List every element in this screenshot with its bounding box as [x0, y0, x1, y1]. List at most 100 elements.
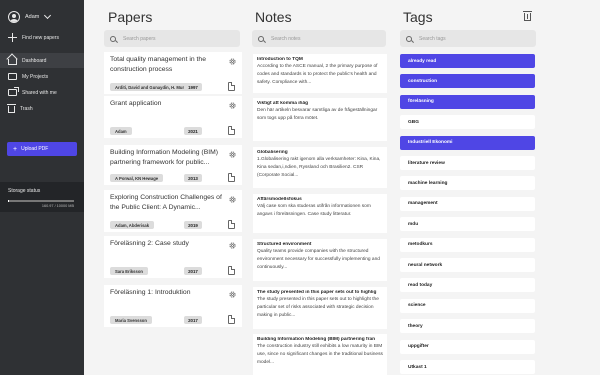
- user-name: Adam: [25, 14, 40, 20]
- gear-icon[interactable]: [228, 101, 237, 110]
- papers-search-input[interactable]: Search papers: [104, 30, 240, 47]
- note-title: Affärsmodellsfokus: [257, 197, 302, 202]
- note-title: Introduction to TQM: [257, 57, 303, 62]
- pdf-file-icon[interactable]: [228, 266, 235, 275]
- paper-card[interactable]: Föreläsning 1: Introduktion Maria Svensso…: [104, 285, 242, 327]
- tag-item[interactable]: mdu: [400, 217, 535, 232]
- plus-icon: +: [13, 145, 18, 153]
- paper-year: 2017: [184, 267, 202, 275]
- home-icon: [8, 59, 17, 65]
- sidebar-item-shared-with-me[interactable]: Shared with me: [0, 85, 84, 100]
- tag-item[interactable]: metodkurs: [400, 237, 535, 252]
- upload-pdf-label: Upload PDF: [21, 146, 49, 152]
- tag-item[interactable]: Utkast 1: [400, 360, 535, 374]
- notes-search-input[interactable]: Search notes: [252, 30, 386, 47]
- note-card[interactable]: Building Information Modeling (BIM) part…: [253, 334, 387, 375]
- paper-authors: Sara Eriksson: [110, 267, 148, 275]
- note-body: Quality teams provide companies with the…: [257, 249, 380, 270]
- tag-item[interactable]: literature review: [400, 156, 535, 170]
- tag-item[interactable]: GBG: [400, 115, 535, 130]
- note-card[interactable]: Viktigt att komma ihåg Den här artikeln b…: [253, 98, 387, 141]
- paper-title: Total quality management in the construc…: [110, 56, 206, 73]
- tags-search-input[interactable]: Search tags: [400, 30, 536, 47]
- tag-item[interactable]: uppgifter: [400, 339, 535, 354]
- tag-item[interactable]: Industriell Ekonomi: [400, 135, 535, 150]
- note-title: Building Information Modeling (BIM) part…: [257, 337, 376, 342]
- tag-item[interactable]: read today: [400, 278, 535, 293]
- user-avatar-icon: [8, 11, 20, 23]
- storage-progress-bar: [8, 200, 74, 202]
- pdf-file-icon[interactable]: [228, 126, 235, 135]
- paper-title: Föreläsning 2: Case study: [110, 240, 189, 247]
- note-body: Den här artikeln besvarar samtliga av de…: [257, 108, 378, 121]
- tag-item[interactable]: construction: [400, 74, 535, 89]
- pdf-file-icon[interactable]: [228, 315, 235, 324]
- gear-icon[interactable]: [228, 290, 237, 299]
- note-body: The study presented in this paper sets o…: [257, 297, 379, 318]
- delete-trash-icon[interactable]: [523, 11, 532, 21]
- papers-search-placeholder: Search papers: [123, 35, 156, 42]
- sidebar-item-label: Trash: [20, 105, 33, 112]
- tag-item[interactable]: machine learning: [400, 176, 535, 191]
- note-card[interactable]: Globalisering 1.Globalisering rakt igenom…: [253, 147, 387, 188]
- paper-title: Exploring Construction Challenges of the…: [110, 194, 222, 211]
- paper-authors: A Porwal, KN Hewage: [110, 174, 164, 182]
- tag-item[interactable]: föreläsning: [400, 94, 535, 109]
- gear-icon[interactable]: [228, 150, 237, 159]
- tag-item[interactable]: science: [400, 298, 535, 313]
- user-menu[interactable]: Adam: [8, 10, 52, 24]
- upload-pdf-button[interactable]: + Upload PDF: [7, 142, 77, 156]
- gear-icon[interactable]: [228, 57, 237, 66]
- sidebar-item-trash[interactable]: Trash: [0, 101, 84, 116]
- paper-title: Building Information Modeling (BIM) part…: [110, 149, 219, 166]
- note-card[interactable]: The study presented in this paper sets o…: [253, 287, 387, 329]
- note-title: Structured environment: [257, 242, 312, 247]
- paper-authors: Adam: [110, 127, 132, 135]
- tag-item[interactable]: already read: [400, 54, 535, 68]
- note-card[interactable]: Introduction to TQM According to the ASCE…: [253, 54, 387, 93]
- paper-authors: Adam, Abderisak: [110, 221, 155, 229]
- sidebar-item-my-projects[interactable]: My Projects: [0, 69, 84, 84]
- tag-item[interactable]: neural network: [400, 258, 535, 272]
- paper-authors: Maria Svensson: [110, 316, 152, 324]
- paper-year: 1997: [184, 83, 202, 91]
- pdf-file-icon[interactable]: [228, 82, 235, 91]
- note-card[interactable]: Structured environment Quality teams prov…: [253, 239, 387, 281]
- sidebar-item-label: My Projects: [22, 73, 49, 80]
- paper-card[interactable]: Föreläsning 2: Case study Sara Eriksson 20…: [104, 236, 242, 278]
- storage-progress-fill: [8, 200, 10, 202]
- sidebar-item-find-new-papers[interactable]: Find new papers: [0, 30, 84, 45]
- paper-card[interactable]: Total quality management in the construc…: [104, 52, 242, 94]
- gear-icon[interactable]: [228, 195, 237, 204]
- tag-item[interactable]: theory: [400, 319, 535, 334]
- notes-search-placeholder: Search notes: [271, 35, 301, 42]
- pdf-file-icon[interactable]: [228, 220, 235, 229]
- note-title: Globalisering: [257, 150, 288, 155]
- shared-icon: [8, 87, 19, 96]
- search-icon: [110, 35, 116, 42]
- sidebar: Adam Find new papers Dashboard My Projec…: [0, 0, 84, 375]
- paper-authors: Arditi, David and Gunaydin, H. Murat: [110, 83, 193, 91]
- search-icon: [258, 35, 264, 42]
- storage-usage-text: 160.97 / 10000 MB: [41, 204, 74, 208]
- folder-icon: [8, 73, 17, 80]
- note-body: 1.Globalisering rakt igenom alla verksam…: [257, 157, 381, 178]
- gear-icon[interactable]: [228, 241, 237, 250]
- pdf-file-icon[interactable]: [228, 173, 235, 182]
- paper-year: 2019: [184, 221, 202, 229]
- paper-card[interactable]: Grant application Adam 2021: [104, 96, 242, 138]
- tag-item[interactable]: management: [400, 196, 535, 211]
- trash-icon: [7, 104, 16, 113]
- tags-title: Tags: [403, 9, 433, 25]
- notes-title: Notes: [255, 9, 292, 25]
- storage-status: Storage status 160.97 / 10000 MB: [0, 182, 84, 212]
- paper-card[interactable]: Building Information Modeling (BIM) part…: [104, 145, 242, 185]
- note-card[interactable]: Affärsmodellsfokus Välj case som ska stud…: [253, 194, 387, 233]
- tags-search-placeholder: Search tags: [419, 35, 446, 42]
- papers-title: Papers: [108, 9, 153, 25]
- paper-card[interactable]: Exploring Construction Challenges of the…: [104, 190, 242, 232]
- paper-title: Föreläsning 1: Introduktion: [110, 289, 191, 296]
- sidebar-item-label: Shared with me: [22, 89, 57, 96]
- sidebar-item-dashboard[interactable]: Dashboard: [0, 53, 84, 68]
- storage-title: Storage status: [8, 188, 41, 194]
